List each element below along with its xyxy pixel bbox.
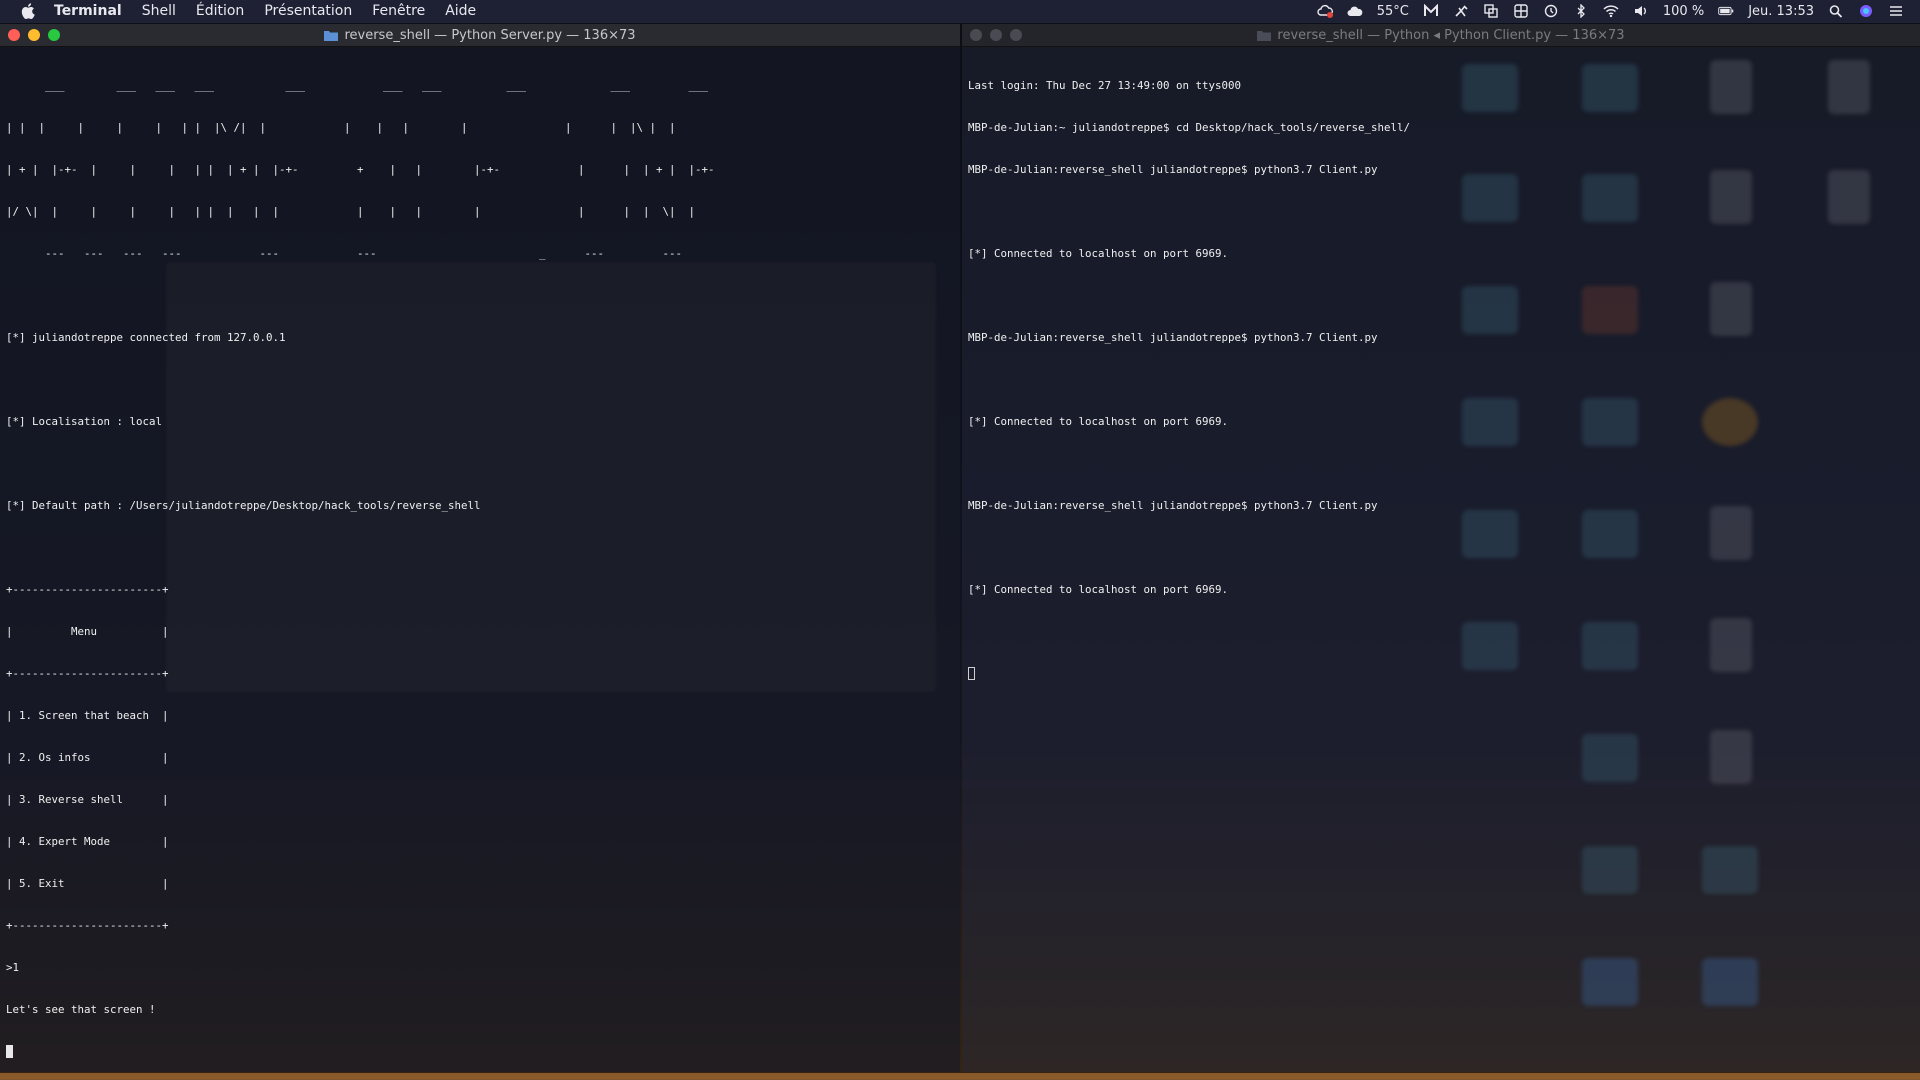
- window-title: reverse_shell — Python Server.py — 136×7…: [344, 27, 636, 43]
- banner-line: |/ \| | | | | | | | | | | | | | | | | \|…: [6, 205, 696, 218]
- window-title: reverse_shell — Python ◂ Python Client.p…: [1277, 27, 1625, 43]
- close-button[interactable]: [970, 29, 982, 41]
- weather-cloud-icon[interactable]: [1347, 4, 1363, 18]
- zoom-button[interactable]: [48, 29, 60, 41]
- desktop-folder-icon: [1702, 958, 1758, 1006]
- menu-option-5: | 5. Exit |: [6, 877, 169, 890]
- banner-line: | + | |-+- | | | | | | + | |-+- + | | |-…: [6, 163, 715, 176]
- grid-app-icon[interactable]: [1513, 4, 1529, 18]
- banner-line: --- --- --- --- --- --- _ --- ---: [6, 247, 683, 260]
- menu-border: +-----------------------+: [6, 919, 169, 932]
- minimize-button[interactable]: [28, 29, 40, 41]
- zoom-button[interactable]: [1010, 29, 1022, 41]
- time-machine-icon[interactable]: [1543, 4, 1559, 18]
- clock[interactable]: Jeu. 13:53: [1748, 4, 1814, 19]
- banner-line: ___ ___ ___ ___ ___ ___ ___ ___ ___ ___: [6, 79, 709, 92]
- copy-icon[interactable]: [1483, 4, 1499, 18]
- server-terminal-window[interactable]: reverse_shell — Python Server.py — 136×7…: [0, 24, 960, 1072]
- mail-m-icon[interactable]: [1423, 4, 1439, 18]
- menu-bar: Terminal Shell Édition Présentation Fenê…: [0, 0, 1920, 22]
- desktop-folder-icon: [1582, 846, 1638, 894]
- text-cursor: [6, 1045, 13, 1058]
- menu-option-3: | 3. Reverse shell |: [6, 793, 169, 806]
- menu-border: +-----------------------+: [6, 667, 169, 680]
- connection-line: [*] juliandotreppe connected from 127.0.…: [6, 331, 286, 344]
- creative-cloud-icon[interactable]: [1317, 4, 1333, 18]
- menu-shell[interactable]: Shell: [142, 3, 176, 19]
- menu-app-terminal[interactable]: Terminal: [54, 3, 122, 19]
- banner-line: | | | | | | | | |\ /| | | | | | | | |\ |…: [6, 121, 676, 134]
- last-login-line: Last login: Thu Dec 27 13:49:00 on ttys0…: [968, 79, 1242, 92]
- default-path-line: [*] Default path : /Users/juliandotreppe…: [6, 499, 481, 512]
- connected-line: [*] Connected to localhost on port 6969.: [968, 247, 1229, 260]
- terminal-output[interactable]: ___ ___ ___ ___ ___ ___ ___ ___ ___ ___ …: [0, 47, 960, 1080]
- apple-logo-icon[interactable]: [20, 3, 36, 19]
- close-button[interactable]: [8, 29, 20, 41]
- text-cursor: [968, 667, 975, 680]
- temperature-readout[interactable]: 55°C: [1377, 4, 1409, 19]
- menu-aide[interactable]: Aide: [445, 3, 476, 19]
- wifi-icon[interactable]: [1603, 4, 1619, 18]
- spotlight-search-icon[interactable]: [1828, 4, 1844, 18]
- response-line: Let's see that screen !: [6, 1003, 156, 1016]
- window-titlebar[interactable]: reverse_shell — Python Server.py — 136×7…: [0, 24, 960, 47]
- command-line: MBP-de-Julian:reverse_shell juliandotrep…: [968, 163, 1378, 176]
- window-titlebar[interactable]: reverse_shell — Python ◂ Python Client.p…: [962, 24, 1920, 47]
- folder-icon: [324, 30, 339, 41]
- localisation-line: [*] Localisation : local: [6, 415, 163, 428]
- terminal-output[interactable]: Last login: Thu Dec 27 13:49:00 on ttys0…: [962, 47, 1920, 713]
- menu-option-4: | 4. Expert Mode |: [6, 835, 169, 848]
- connected-line: [*] Connected to localhost on port 6969.: [968, 583, 1229, 596]
- menu-fenetre[interactable]: Fenêtre: [372, 3, 425, 19]
- window-controls: [970, 29, 1022, 41]
- minimize-button[interactable]: [990, 29, 1002, 41]
- tool-icon[interactable]: [1453, 4, 1469, 18]
- command-line: MBP-de-Julian:reverse_shell juliandotrep…: [968, 499, 1378, 512]
- folder-icon: [1257, 30, 1272, 41]
- siri-icon[interactable]: [1858, 4, 1874, 18]
- battery-percentage[interactable]: 100 %: [1663, 4, 1704, 19]
- menu-border: +-----------------------+: [6, 583, 169, 596]
- menu-presentation[interactable]: Présentation: [264, 3, 352, 19]
- command-line: MBP-de-Julian:reverse_shell juliandotrep…: [968, 331, 1378, 344]
- command-line: MBP-de-Julian:~ juliandotreppe$ cd Deskt…: [968, 121, 1411, 134]
- desktop-folder-icon: [1702, 846, 1758, 894]
- desktop-document-icon: [1710, 730, 1752, 784]
- desktop-folder-icon: [1582, 958, 1638, 1006]
- menu-option-1: | 1. Screen that beach |: [6, 709, 169, 722]
- user-input-line: >1: [6, 961, 20, 974]
- client-terminal-window[interactable]: reverse_shell — Python ◂ Python Client.p…: [962, 24, 1920, 1072]
- battery-icon[interactable]: [1718, 4, 1734, 18]
- menu-title: | Menu |: [6, 625, 169, 638]
- bluetooth-icon[interactable]: [1573, 4, 1589, 18]
- prompt-line[interactable]: [6, 1045, 954, 1059]
- prompt-line[interactable]: [968, 667, 1914, 681]
- status-area: 55°C 100 % Jeu. 13:53: [1317, 0, 1904, 22]
- desktop-folder-icon: [1582, 734, 1638, 782]
- volume-icon[interactable]: [1633, 4, 1649, 18]
- connected-line: [*] Connected to localhost on port 6969.: [968, 415, 1229, 428]
- menu-edition[interactable]: Édition: [196, 3, 244, 19]
- window-controls: [8, 29, 60, 41]
- notification-center-icon[interactable]: [1888, 4, 1904, 18]
- menu-option-2: | 2. Os infos |: [6, 751, 169, 764]
